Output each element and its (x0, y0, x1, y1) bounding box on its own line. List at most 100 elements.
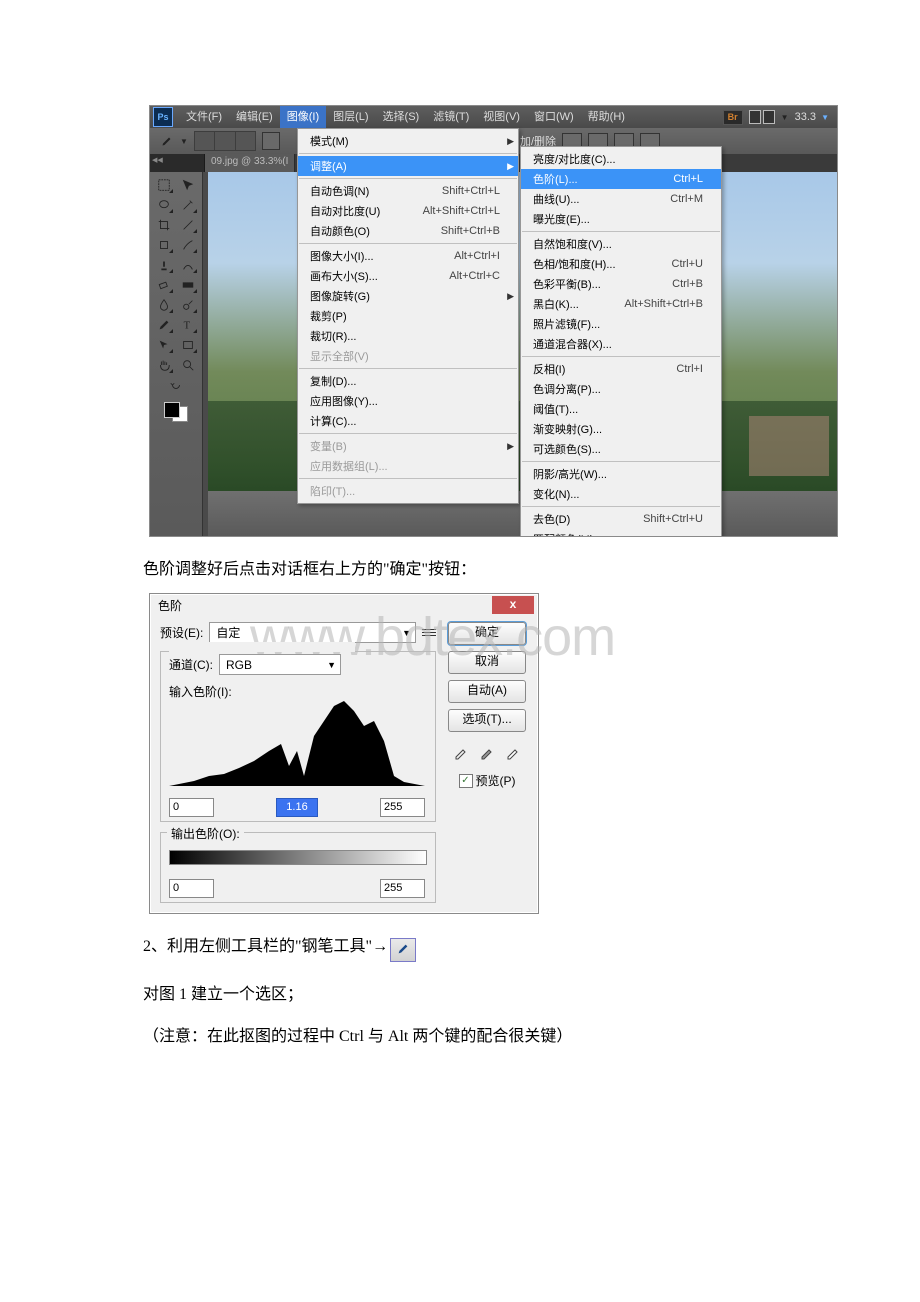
menu-item[interactable]: 黑白(K)...Alt+Shift+Ctrl+B (521, 294, 721, 314)
menu-item[interactable]: 裁剪(P) (298, 306, 518, 326)
zoom-percent[interactable]: 33.3 ▼ (795, 111, 829, 123)
slice-tool-icon[interactable] (178, 216, 198, 234)
wand-tool-icon[interactable] (178, 196, 198, 214)
menu-item[interactable]: 裁切(R)... (298, 326, 518, 346)
marquee-tool-icon[interactable] (154, 176, 174, 194)
white-eyedropper-icon[interactable] (503, 742, 523, 762)
eraser-tool-icon[interactable] (154, 276, 174, 294)
output-white-field[interactable]: 255 (380, 879, 425, 898)
menu-item[interactable]: 匹配颜色(M)... (521, 529, 721, 537)
input-black-field[interactable]: 0 (169, 798, 214, 817)
auto-add-delete-toggle[interactable] (262, 132, 280, 150)
menu-item[interactable]: 画布大小(S)...Alt+Ctrl+C (298, 266, 518, 286)
menu-item[interactable]: 亮度/对比度(C)... (521, 149, 721, 169)
rectangle-tool-icon[interactable] (178, 336, 198, 354)
menu-item[interactable]: 变化(N)... (521, 484, 721, 504)
menu-item[interactable]: 计算(C)... (298, 411, 518, 431)
doc-tab[interactable]: 09.jpg @ 33.3%(I (205, 154, 295, 172)
channel-dropdown[interactable]: RGB▼ (219, 654, 341, 675)
black-point-handle[interactable] (164, 783, 174, 793)
zoom-tool-icon[interactable] (178, 356, 198, 374)
menu-item[interactable]: 色调分离(P)... (521, 379, 721, 399)
stamp-tool-icon[interactable] (154, 256, 174, 274)
menu-item[interactable]: 色相/饱和度(H)...Ctrl+U (521, 254, 721, 274)
cancel-button[interactable]: 取消 (448, 651, 526, 674)
pen-tool-icon[interactable] (160, 134, 174, 148)
menu-item[interactable]: 通道混合器(X)... (521, 334, 721, 354)
menu-window[interactable]: 窗口(W) (527, 106, 581, 128)
input-slider[interactable] (169, 786, 425, 796)
gray-eyedropper-icon[interactable] (477, 742, 497, 762)
dialog-close-button[interactable]: x (492, 596, 534, 614)
input-white-field[interactable]: 255 (380, 798, 425, 817)
menu-image[interactable]: 图像(I) (280, 106, 326, 128)
menu-layer[interactable]: 图层(L) (326, 106, 375, 128)
menu-item[interactable]: 自动色调(N)Shift+Ctrl+L (298, 181, 518, 201)
menu-file[interactable]: 文件(F) (179, 106, 229, 128)
lasso-tool-icon[interactable] (154, 196, 174, 214)
crop-tool-icon[interactable] (154, 216, 174, 234)
output-white-handle[interactable] (421, 862, 431, 872)
menu-view[interactable]: 视图(V) (476, 106, 527, 128)
menu-item[interactable]: 自动对比度(U)Alt+Shift+Ctrl+L (298, 201, 518, 221)
hand-tool-icon[interactable] (154, 356, 174, 374)
history-brush-tool-icon[interactable] (178, 256, 198, 274)
heal-tool-icon[interactable] (154, 236, 174, 254)
menu-item[interactable]: 调整(A)▶ (298, 156, 518, 176)
gamma-handle[interactable] (292, 783, 302, 793)
gradient-tool-icon[interactable] (178, 276, 198, 294)
preview-checkbox[interactable] (459, 774, 473, 788)
menu-item[interactable]: 反相(I)Ctrl+I (521, 359, 721, 379)
preset-dropdown[interactable]: 自定▼ (209, 622, 416, 643)
menu-filter[interactable]: 滤镜(T) (426, 106, 476, 128)
menu-item[interactable]: 曝光度(E)... (521, 209, 721, 229)
type-tool-icon[interactable]: T (178, 316, 198, 334)
menu-edit[interactable]: 编辑(E) (229, 106, 280, 128)
output-black-field[interactable]: 0 (169, 879, 214, 898)
menu-item[interactable]: 阴影/高光(W)... (521, 464, 721, 484)
color-swatch[interactable] (164, 402, 188, 422)
menu-select[interactable]: 选择(S) (376, 106, 427, 128)
brush-tool-icon[interactable] (178, 236, 198, 254)
preset-menu-icon[interactable] (422, 626, 436, 640)
tool-preset-dropdown-icon[interactable]: ▼ (180, 137, 188, 146)
dodge-tool-icon[interactable] (178, 296, 198, 314)
menu-item[interactable]: 自然饱和度(V)... (521, 234, 721, 254)
ok-button[interactable]: 确定 (448, 622, 526, 645)
pen-tool-icon-toolbox[interactable] (154, 316, 174, 334)
menu-item[interactable]: 色阶(L)...Ctrl+L (521, 169, 721, 189)
black-eyedropper-icon[interactable] (451, 742, 471, 762)
auto-button[interactable]: 自动(A) (448, 680, 526, 703)
options-button[interactable]: 选项(T)... (448, 709, 526, 732)
blur-tool-icon[interactable] (154, 296, 174, 314)
menu-item[interactable]: 可选颜色(S)... (521, 439, 721, 459)
menu-item[interactable]: 应用图像(Y)... (298, 391, 518, 411)
menu-item[interactable]: 复制(D)... (298, 371, 518, 391)
rotate-view-tool-icon[interactable] (166, 376, 186, 394)
toolbox-collapse-icon[interactable] (150, 154, 205, 172)
menu-item[interactable]: 阈值(T)... (521, 399, 721, 419)
output-black-handle[interactable] (165, 862, 175, 872)
bridge-icon[interactable]: Br (723, 110, 743, 125)
photoshop-window: Ps 文件(F) 编辑(E) 图像(I) 图层(L) 选择(S) 滤镜(T) 视… (149, 105, 838, 537)
menu-item[interactable]: 图像旋转(G)▶ (298, 286, 518, 306)
move-tool-icon[interactable] (178, 176, 198, 194)
ps-logo-icon: Ps (153, 107, 173, 127)
input-gamma-field[interactable]: 1.16 (276, 798, 318, 817)
menu-item[interactable]: 色彩平衡(B)...Ctrl+B (521, 274, 721, 294)
menu-item[interactable]: 曲线(U)...Ctrl+M (521, 189, 721, 209)
screen-mode-dropdown-icon[interactable]: ▼ (781, 113, 789, 122)
menu-item[interactable]: 图像大小(I)...Alt+Ctrl+I (298, 246, 518, 266)
menu-item[interactable]: 模式(M)▶ (298, 131, 518, 151)
screen-mode-icon[interactable] (749, 109, 775, 125)
menu-help[interactable]: 帮助(H) (581, 106, 632, 128)
menu-item[interactable]: 渐变映射(G)... (521, 419, 721, 439)
menu-item[interactable]: 照片滤镜(F)... (521, 314, 721, 334)
path-select-tool-icon[interactable] (154, 336, 174, 354)
path-mode-toggle[interactable] (194, 131, 256, 151)
menu-item[interactable]: 自动颜色(O)Shift+Ctrl+B (298, 221, 518, 241)
white-point-handle[interactable] (420, 783, 430, 793)
output-gradient[interactable] (169, 850, 427, 865)
ps-menubar: Ps 文件(F) 编辑(E) 图像(I) 图层(L) 选择(S) 滤镜(T) 视… (150, 106, 837, 128)
menu-item[interactable]: 去色(D)Shift+Ctrl+U (521, 509, 721, 529)
